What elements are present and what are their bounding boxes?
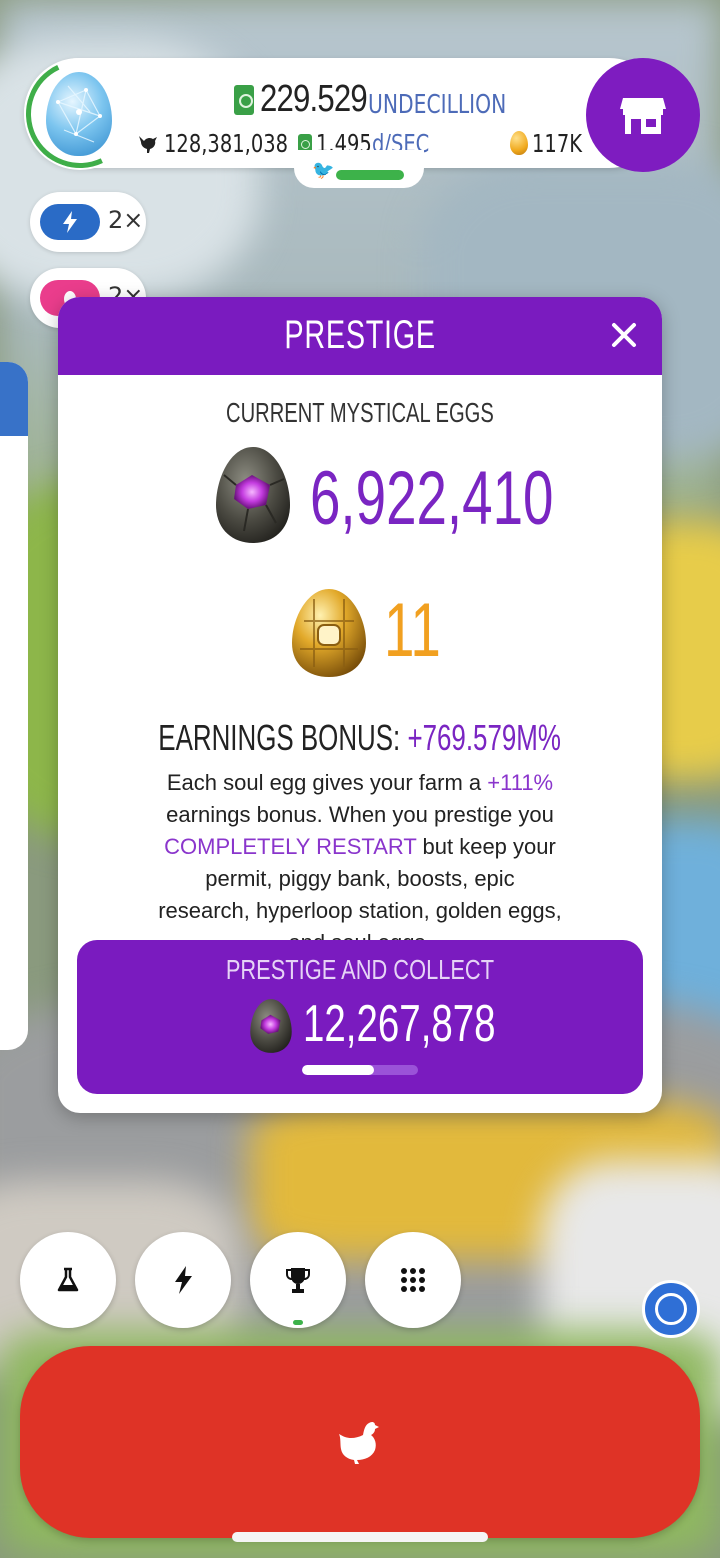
quantum-egg-icon: [46, 72, 112, 156]
prestige-modal: PRESTIGE CURRENT MYSTICAL EGGS 6,922,410: [58, 297, 662, 1113]
lightning-icon: [40, 204, 100, 240]
boost-lightning-icon: [175, 1266, 192, 1294]
soul-egg-count: 6,922,410: [310, 456, 554, 541]
prestige-progress-fill: [302, 1065, 374, 1075]
chicken-icon: 🐦: [312, 160, 335, 181]
money-display: 229.529 UNDECILLION: [234, 78, 506, 122]
chicken-icon: [339, 1421, 379, 1464]
side-panel[interactable]: [0, 362, 28, 1050]
prestige-description: Each soul egg gives your farm a +111% ea…: [158, 770, 562, 955]
soul-egg-icon: [216, 447, 290, 543]
current-egg-button[interactable]: [10, 44, 150, 184]
active-tab-indicator: [293, 1320, 303, 1325]
research-flask-icon: [57, 1267, 79, 1292]
shop-icon: [620, 98, 666, 134]
assistive-touch-button[interactable]: [642, 1280, 700, 1338]
earnings-bonus: EARNINGS BONUS: +769.579M%: [58, 717, 662, 759]
hab-capacity-tab[interactable]: 🐦: [294, 150, 424, 188]
soul-eggs-to-collect: 12,267,878: [303, 995, 496, 1053]
golden-egg-icon: [510, 131, 528, 155]
hab-capacity-bar: [336, 170, 404, 180]
prestige-progress-bar: [302, 1065, 418, 1075]
money-value: 229.529: [260, 78, 368, 120]
menu-grid-icon: [401, 1268, 425, 1292]
shop-button[interactable]: [586, 58, 700, 172]
chicken-icon: [139, 136, 157, 153]
close-button[interactable]: [604, 315, 644, 355]
menu-button[interactable]: [365, 1232, 461, 1328]
golden-egg-icon: [292, 589, 366, 677]
close-icon: [612, 323, 636, 347]
modal-title: PRESTIGE: [284, 313, 436, 357]
prestige-and-collect-button[interactable]: PRESTIGE AND COLLECT 12,267,878: [77, 940, 643, 1094]
current-eggs-label: CURRENT MYSTICAL EGGS: [226, 397, 494, 428]
research-button[interactable]: [20, 1232, 116, 1328]
soul-egg-icon: [250, 999, 292, 1053]
earnings-bonus-value: +769.579M%: [407, 717, 562, 758]
prestige-button-label: PRESTIGE AND COLLECT: [225, 954, 495, 985]
hatch-chicken-button[interactable]: [20, 1346, 700, 1538]
cash-icon: [234, 85, 254, 115]
earnings-bonus-label: EARNINGS BONUS:: [158, 717, 401, 758]
golden-egg-count: 117K: [510, 126, 596, 160]
trophy-icon: [286, 1268, 310, 1293]
home-indicator: [232, 1532, 488, 1542]
active-boost-earnings[interactable]: 2×: [30, 192, 146, 252]
golden-egg-count: 11: [384, 588, 441, 673]
boosts-button[interactable]: [135, 1232, 231, 1328]
money-unit: UNDECILLION: [368, 90, 507, 120]
side-panel-header: [0, 362, 28, 436]
achievements-button[interactable]: [250, 1232, 346, 1328]
